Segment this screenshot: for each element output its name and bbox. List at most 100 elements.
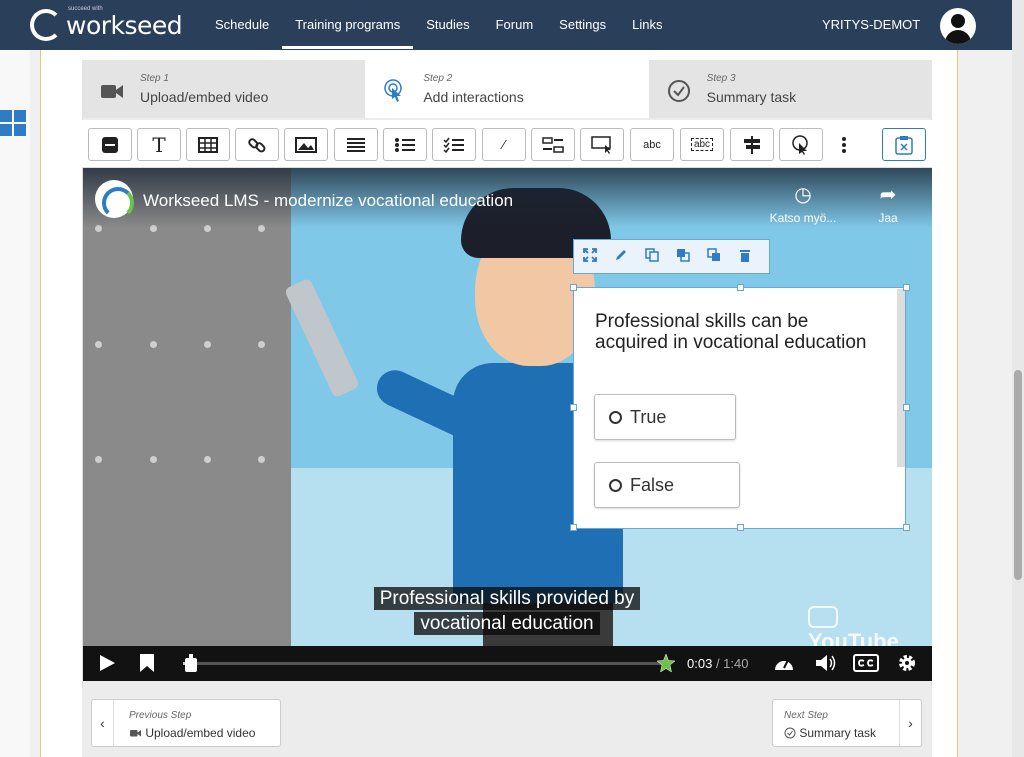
step-title: Add interactions [423,89,524,105]
nav-link-settings[interactable]: Settings [546,0,619,50]
nav-link-studies[interactable]: Studies [413,0,482,50]
captions-button[interactable] [853,653,879,678]
check-circle-icon [784,727,796,739]
end-marker[interactable] [656,653,676,678]
nav-link-schedule[interactable]: Schedule [202,0,282,50]
radio-icon [609,410,622,424]
single-choice-tool-button[interactable] [383,128,427,161]
hotspot-tool-button[interactable] [580,128,624,161]
copy-button[interactable] [636,248,667,265]
resize-handle[interactable] [903,404,910,411]
true-false-interaction[interactable]: Professional skills can be acquired in v… [570,284,910,531]
video-title[interactable]: Workseed LMS - modernize vocational educ… [143,191,513,211]
fill-blanks-icon: abc [643,138,661,151]
previous-step-button[interactable]: ‹ Previous Step Upload/embed video [91,699,281,747]
fill-blanks-tool-button[interactable]: abc [630,128,674,161]
navigation-hotspot-tool-button[interactable] [779,128,823,161]
settings-button[interactable] [897,653,917,678]
fraction-icon: ⁄ [502,137,506,152]
link-tool-button[interactable] [235,128,279,161]
crossroads-tool-button[interactable] [730,128,774,161]
playback-speed-button[interactable] [773,653,795,678]
bring-to-front-button[interactable] [667,248,698,265]
interaction-scrollbar[interactable] [897,289,905,467]
current-time: 0:03 [687,656,713,671]
closed-captions-icon [853,654,879,672]
interaction-edit-bar [573,239,770,274]
text-tool-button[interactable]: T [137,128,181,161]
resize-handle[interactable] [570,284,577,291]
resize-handle[interactable] [737,284,744,291]
top-nav: succeed with workseed Schedule Training … [0,0,1012,50]
video-wall-shape [83,168,291,646]
video-controls: 0:03 / 1:40 [83,646,932,681]
drag-text-tool-button[interactable]: abc [680,128,724,161]
true-false-tool-button[interactable]: ⁄ [482,128,526,161]
image-tool-button[interactable] [284,128,328,161]
table-tool-button[interactable] [186,128,230,161]
step-number: Step 1 [140,73,169,84]
resize-handle[interactable] [570,524,577,531]
wall-dot [95,456,102,463]
step-tab-interactions[interactable]: Step 2 Add interactions [365,60,649,118]
wall-dot [204,456,211,463]
bookmark-marker[interactable] [183,654,199,677]
nav-link-forum[interactable]: Forum [483,0,547,50]
clipboard-icon [895,135,913,155]
volume-button[interactable] [815,653,837,678]
statements-tool-button[interactable] [334,128,378,161]
apps-grid-icon[interactable] [0,110,26,136]
answer-option-false[interactable]: False [594,462,740,508]
paste-button[interactable] [882,128,926,161]
resize-handle[interactable] [737,524,744,531]
screen-cursor-icon [591,135,611,154]
statements-icon [347,137,365,152]
option-label: True [630,406,667,427]
caption-line-2: vocational education [414,612,600,635]
image-icon [295,136,317,153]
delete-button[interactable] [729,248,760,265]
play-button[interactable] [97,653,117,678]
channel-logo-icon[interactable] [95,180,134,219]
star-marker-icon [656,653,676,673]
resize-handle[interactable] [903,284,910,291]
answer-option-true[interactable]: True [594,394,736,440]
text-icon: T [152,132,166,157]
bookmark-button[interactable] [139,653,155,678]
pencil-icon [615,250,626,260]
avatar-head-shape [951,14,965,28]
speedometer-icon [775,659,793,670]
page-scrollbar[interactable] [1012,0,1024,757]
drag-drop-tool-button[interactable] [531,128,575,161]
trash-icon [739,250,750,262]
label-tool-button[interactable] [88,128,132,161]
watch-later-button[interactable]: ◷ Katso myö... [763,182,843,225]
step-tab-summary[interactable]: Step 3 Summary task [648,60,932,118]
share-button[interactable]: ➦ Jaa [868,182,908,225]
send-to-back-button[interactable] [698,248,729,265]
nav-link-links[interactable]: Links [619,0,675,50]
step-tab-upload[interactable]: Step 1 Upload/embed video [82,60,366,118]
next-step-label: Summary task [784,726,876,740]
fullscreen-button[interactable] [574,248,605,265]
resize-handle[interactable] [570,404,577,411]
video-time: 0:03 / 1:40 [687,656,748,671]
step-navigation: ‹ Previous Step Upload/embed video Next … [82,688,932,757]
page-scrollbar-thumb[interactable] [1014,370,1022,580]
bookmark-marker-icon [185,654,197,672]
more-tools-button[interactable] [825,128,863,161]
signpost-icon [744,135,760,154]
next-step-button[interactable]: Next Step Summary task › [772,699,922,747]
wall-dot [95,341,102,348]
nav-links: Schedule Training programs Studies Forum… [202,0,676,50]
wall-dot [150,456,157,463]
video-progress-track[interactable] [183,662,663,665]
company-name[interactable]: YRITYS-DEMOT [822,17,920,32]
workseed-logo[interactable]: succeed with workseed [30,6,183,41]
resize-handle[interactable] [903,524,910,531]
nav-link-training-programs[interactable]: Training programs [282,0,414,50]
multiple-choice-tool-button[interactable] [432,128,476,161]
edit-button[interactable] [605,248,636,265]
subtitle-caption: Professional skills provided by vocation… [359,586,655,636]
user-avatar[interactable] [940,8,976,44]
